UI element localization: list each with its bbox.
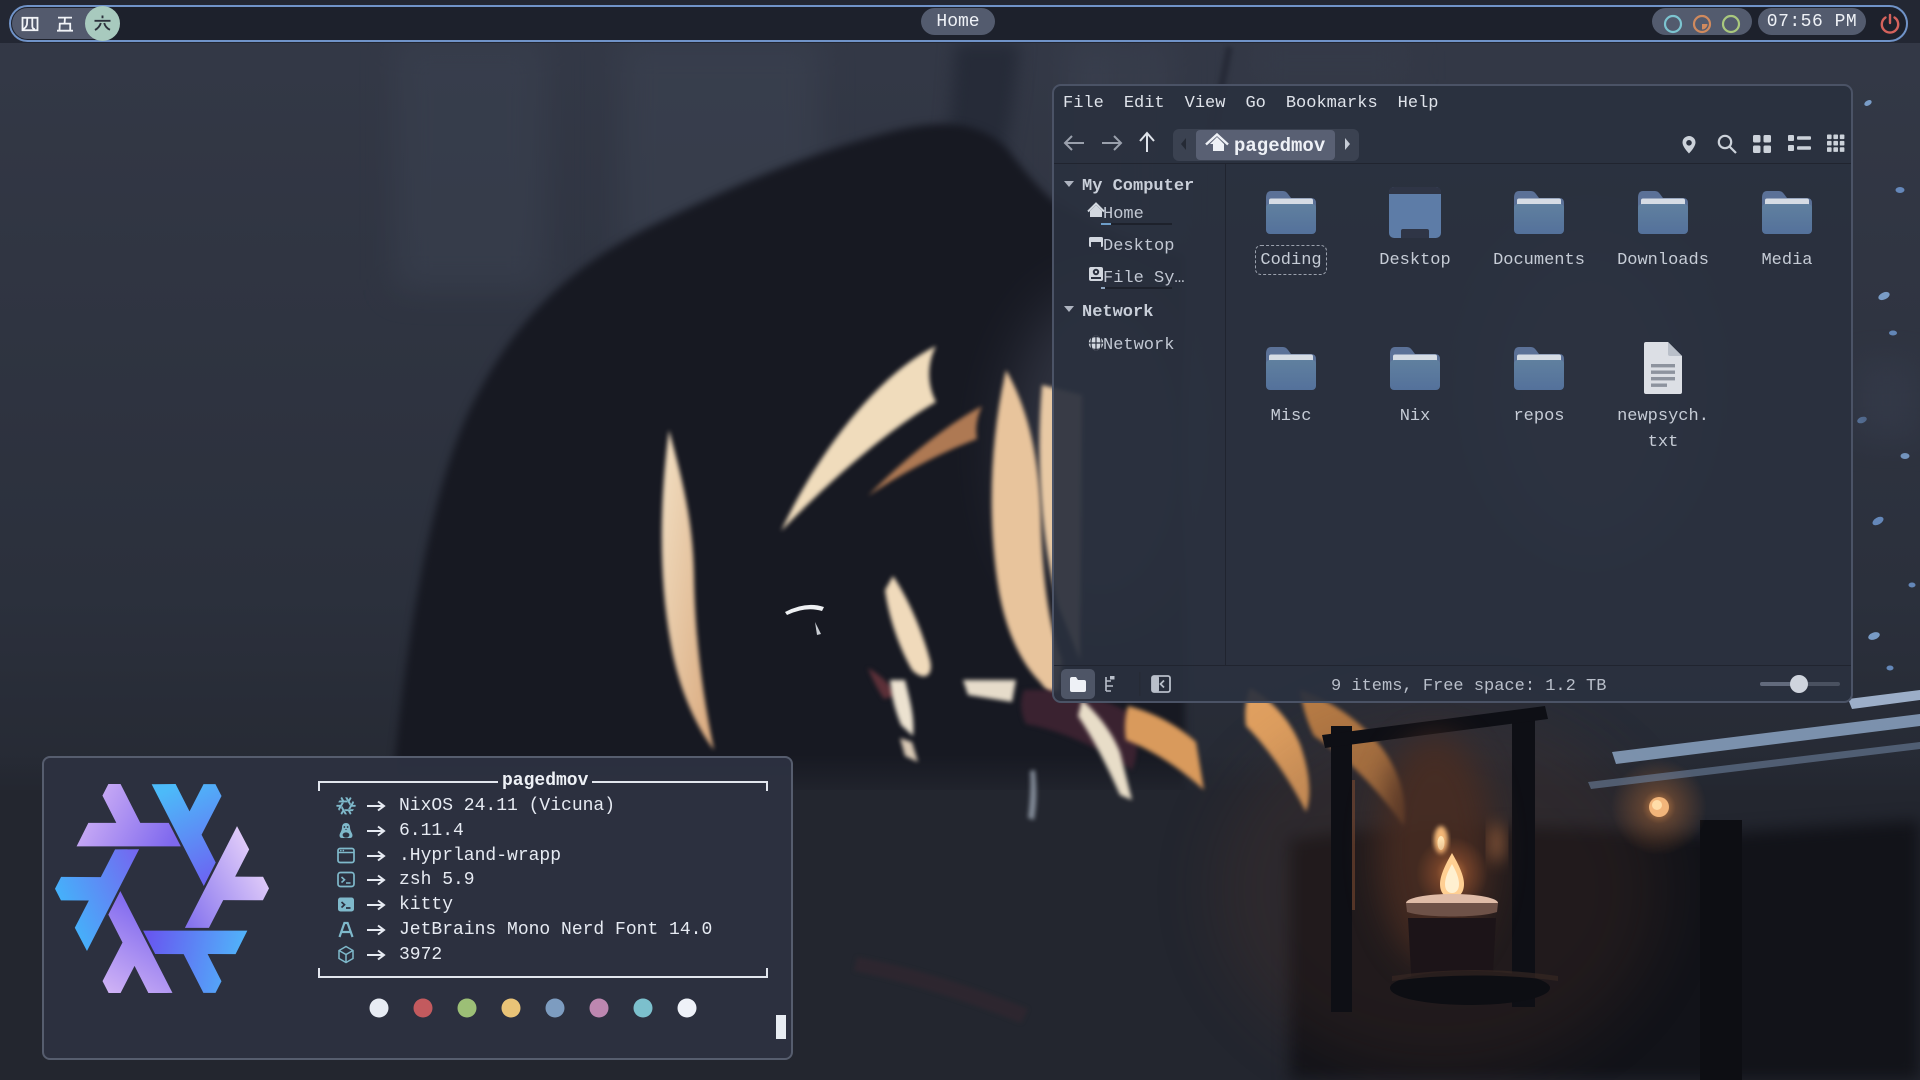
svg-text:Network: Network bbox=[1082, 303, 1153, 322]
svg-text:Network: Network bbox=[1103, 336, 1174, 355]
svg-text:File Sy…: File Sy… bbox=[1103, 269, 1185, 288]
svg-text:My Computer: My Computer bbox=[1082, 177, 1194, 196]
svg-text:Home: Home bbox=[1103, 205, 1144, 224]
svg-text:Desktop: Desktop bbox=[1103, 237, 1174, 256]
svg-text:9 items, Free space: 1.2 TB: 9 items, Free space: 1.2 TB bbox=[1331, 677, 1606, 696]
svg-text:pagedmov: pagedmov bbox=[1234, 135, 1326, 157]
